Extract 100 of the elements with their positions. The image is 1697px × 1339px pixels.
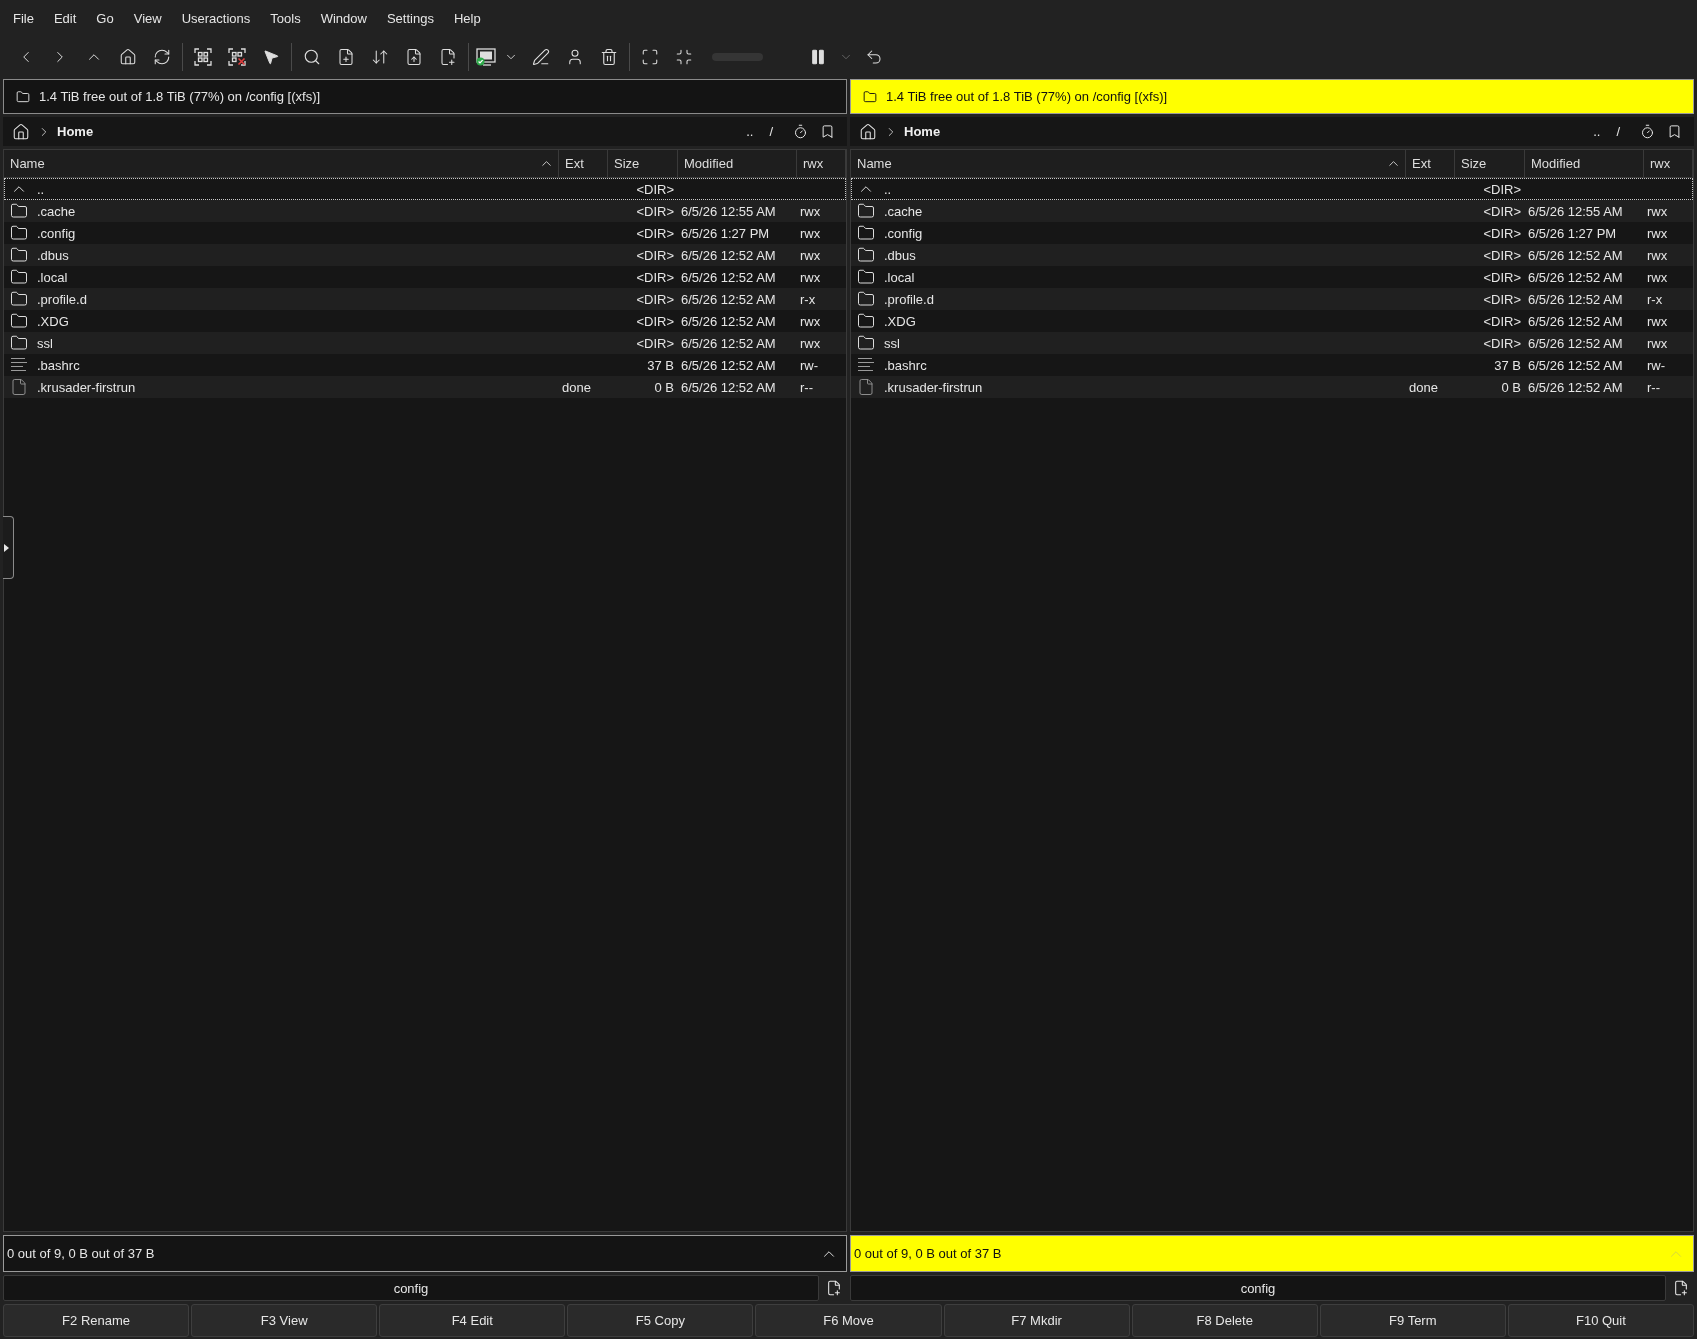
function-key-button[interactable]: F4 Edit [379,1304,566,1337]
file-name: .. [884,181,892,197]
breadcrumb-item[interactable]: Home [55,124,96,139]
file-row[interactable]: .profile.d <DIR> 6/5/26 12:52 AM r-x [4,288,846,310]
expand-icon[interactable] [641,48,659,66]
folder-icon [857,268,875,286]
modified-date: 6/5/26 12:52 AM [680,247,776,263]
file-name: ssl [37,335,53,351]
trash-icon[interactable] [600,48,618,66]
breadcrumb-item[interactable]: Home [902,124,943,139]
search-icon[interactable] [303,48,321,66]
menu-item[interactable]: Window [310,3,377,34]
file-row[interactable]: .krusader-firstrun done 0 B 6/5/26 12:52 AM r-- [4,376,846,398]
column-header[interactable]: Name [851,150,1406,177]
clock-icon[interactable] [793,124,808,139]
file-row[interactable]: .cache <DIR> 6/5/26 12:55 AM rwx [4,200,846,222]
clock-icon[interactable] [1640,124,1655,139]
nav-button[interactable]: .. [740,124,760,139]
pause-icon[interactable] [809,48,827,66]
disk-usage-bar[interactable]: 1.4 TiB free out of 1.8 TiB (77%) on /config [(xfs)] [850,79,1694,114]
file-row[interactable]: .dbus <DIR> 6/5/26 12:52 AM rwx [851,244,1693,266]
bookmark-icon[interactable] [820,124,835,139]
document-plus-icon[interactable] [826,1280,842,1296]
disk-usage-bar[interactable]: 1.4 TiB free out of 1.8 TiB (77%) on /config [(xfs)] [3,79,847,114]
undo-icon[interactable] [865,48,883,66]
column-header[interactable]: Size [608,150,678,177]
document-plus-icon[interactable] [1673,1280,1689,1296]
unselect-grid-icon[interactable] [228,48,246,66]
current-folder-field[interactable]: config [850,1275,1666,1301]
user-icon[interactable] [566,48,584,66]
refresh-icon[interactable] [153,48,171,66]
file-row[interactable]: .dbus <DIR> 6/5/26 12:52 AM rwx [4,244,846,266]
document-arrow-up-icon[interactable] [405,48,423,66]
file-size: <DIR> [636,313,675,329]
file-row[interactable]: ssl <DIR> 6/5/26 12:52 AM rwx [851,332,1693,354]
folder-icon [857,290,875,308]
menu-item[interactable]: Help [443,3,491,34]
selection-summary: 0 out of 9, 0 B out of 37 B [7,1246,155,1261]
menu-item[interactable]: Useractions [171,3,261,34]
function-key-button[interactable]: F9 Term [1319,1304,1506,1337]
column-header[interactable]: rwx [1644,150,1693,177]
file-name: ssl [884,335,900,351]
file-size: 0 B [654,379,675,395]
function-key-button[interactable]: F10 Quit [1507,1304,1694,1337]
pen-icon[interactable] [532,48,550,66]
file-name: .krusader-firstrun [884,379,983,395]
file-row[interactable]: .cache <DIR> 6/5/26 12:55 AM rwx [851,200,1693,222]
folder-icon [10,290,28,308]
select-grid-icon[interactable] [194,48,212,66]
function-key-button[interactable]: F5 Copy [567,1304,754,1337]
permissions: r-x [1646,291,1663,307]
monitor-check-icon[interactable] [476,48,496,66]
column-header[interactable]: Ext [559,150,608,177]
file-name: .config [37,225,76,241]
file-row[interactable]: ssl <DIR> 6/5/26 12:52 AM rwx [4,332,846,354]
menu-item[interactable]: Tools [260,3,311,34]
function-key-button[interactable]: F3 View [191,1304,378,1337]
menu-item[interactable]: Settings [376,3,444,34]
file-size: <DIR> [1483,291,1522,307]
home-icon[interactable] [859,122,877,141]
folder-icon [10,202,28,220]
function-key-button[interactable]: F8 Delete [1131,1304,1318,1337]
bookmark-icon[interactable] [1667,124,1682,139]
file-size: <DIR> [636,247,675,263]
document-plus-icon[interactable] [337,48,355,66]
document-plus-icon[interactable] [439,48,457,66]
menu-item[interactable]: Go [86,3,124,34]
column-header[interactable]: Modified [1525,150,1644,177]
file-size: <DIR> [636,181,675,197]
file-row[interactable]: .krusader-firstrun done 0 B 6/5/26 12:52 AM r-- [851,376,1693,398]
function-key-button[interactable]: F2 Rename [3,1304,190,1337]
pointer-icon[interactable] [262,48,280,66]
shrink-icon[interactable] [675,48,693,66]
column-header[interactable]: Modified [678,150,797,177]
document-icon [857,378,875,396]
function-key-button[interactable]: F6 Move [755,1304,942,1337]
menu-item[interactable]: Edit [43,3,87,34]
nav-button[interactable]: / [763,124,779,139]
function-key-button[interactable]: F7 Mkdir [943,1304,1130,1337]
file-name: .krusader-firstrun [37,379,136,395]
file-ext: done [1408,379,1438,395]
column-header[interactable]: Name [4,150,559,177]
home-icon[interactable] [12,122,30,141]
column-header[interactable]: Ext [1406,150,1455,177]
side-panel-handle[interactable] [3,516,14,579]
column-header[interactable]: rwx [797,150,846,177]
file-row[interactable]: .profile.d <DIR> 6/5/26 12:52 AM r-x [851,288,1693,310]
nav-button[interactable]: / [1610,124,1626,139]
column-header[interactable]: Size [1455,150,1525,177]
swap-arrows-icon[interactable] [371,48,389,66]
menu-item[interactable]: View [123,3,172,34]
nav-button[interactable]: .. [1587,124,1607,139]
home-icon[interactable] [119,48,137,66]
menu-item[interactable]: File [3,3,44,34]
file-row[interactable]: .. <DIR> [4,178,846,200]
folder-icon [10,268,28,286]
modified-date: 6/5/26 12:52 AM [1527,313,1623,329]
file-row[interactable]: .. <DIR> [851,178,1693,200]
modified-date: 6/5/26 12:52 AM [1527,357,1623,373]
current-folder-field[interactable]: config [3,1275,819,1301]
